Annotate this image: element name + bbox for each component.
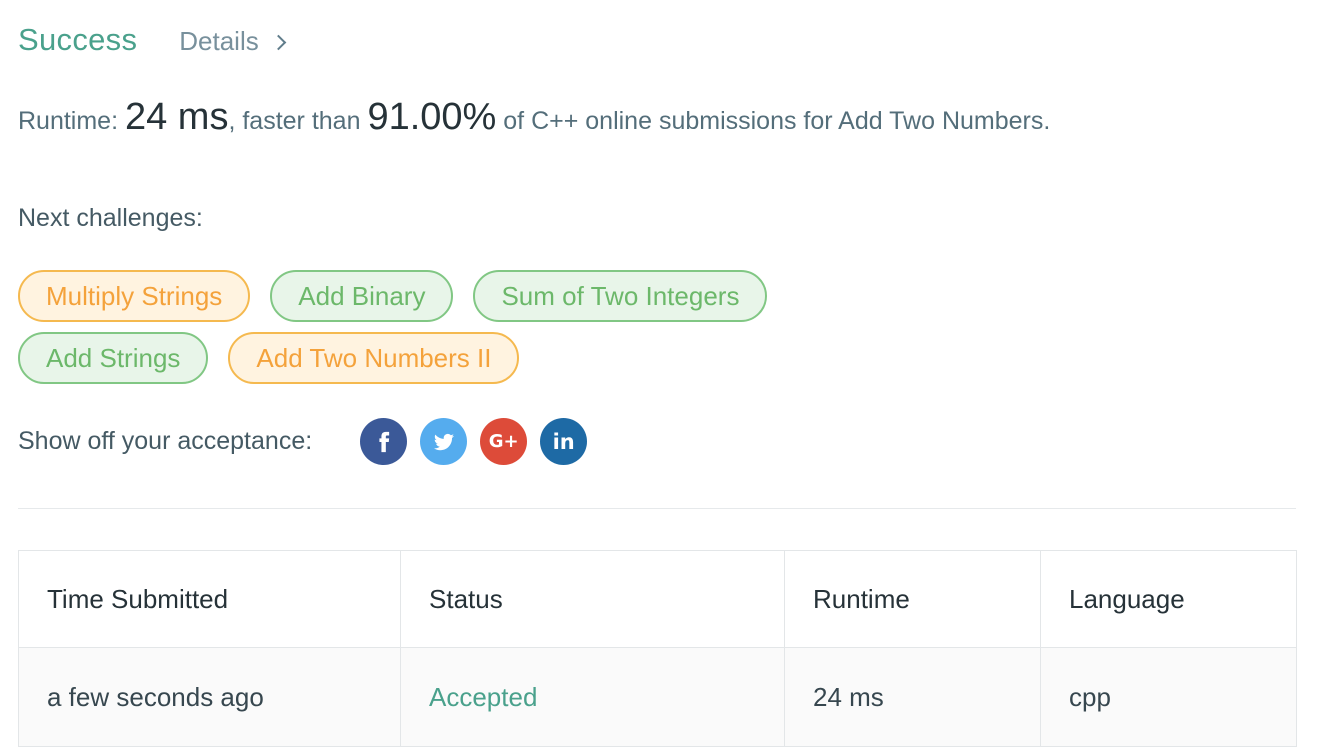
submissions-table: Time Submitted Status Runtime Language a… [18, 550, 1297, 747]
details-label: Details [179, 26, 259, 56]
column-header-language: Language [1040, 550, 1297, 648]
facebook-icon [379, 431, 389, 452]
google-plus-share-button[interactable]: G+ [480, 418, 528, 465]
chip-row: Add Strings Add Two Numbers II [18, 332, 918, 384]
challenge-chip-sum-of-two-integers[interactable]: Sum of Two Integers [473, 270, 768, 322]
challenge-chip-multiply-strings[interactable]: Multiply Strings [18, 270, 251, 322]
linkedin-icon: in [552, 429, 575, 454]
share-section: Show off your acceptance: G+ in [18, 418, 600, 465]
runtime-prefix: Runtime: [18, 107, 125, 135]
column-header-status: Status [400, 550, 785, 648]
challenge-chip-add-strings[interactable]: Add Strings [18, 332, 209, 384]
column-header-runtime: Runtime [784, 550, 1041, 648]
facebook-share-button[interactable] [360, 418, 408, 465]
cell-time-submitted: a few seconds ago [18, 647, 401, 747]
section-divider [18, 508, 1296, 509]
twitter-share-button[interactable] [420, 418, 468, 465]
linkedin-share-button[interactable]: in [540, 418, 588, 465]
cell-language: cpp [1040, 647, 1297, 747]
result-header: Success Details [18, 22, 287, 58]
challenge-chip-add-two-numbers-ii[interactable]: Add Two Numbers II [228, 332, 520, 384]
runtime-middle: , faster than [228, 107, 368, 135]
twitter-icon [433, 433, 454, 450]
table-header-row: Time Submitted Status Runtime Language [18, 550, 1297, 648]
cell-runtime: 24 ms [784, 647, 1041, 747]
chevron-right-icon [270, 34, 287, 51]
chip-row: Multiply Strings Add Binary Sum of Two I… [18, 270, 918, 322]
runtime-suffix: of C++ online submissions for Add Two Nu… [496, 107, 1051, 135]
challenge-chip-add-binary[interactable]: Add Binary [270, 270, 454, 322]
google-plus-icon: G+ [488, 431, 519, 452]
next-challenges-list: Multiply Strings Add Binary Sum of Two I… [18, 270, 918, 394]
share-label: Show off your acceptance: [18, 427, 313, 455]
table-row: a few seconds ago Accepted 24 ms cpp [18, 647, 1297, 747]
faster-than-percent: 91.00% [367, 96, 497, 138]
column-header-time-submitted: Time Submitted [18, 550, 401, 648]
next-challenges-label: Next challenges: [18, 204, 203, 232]
result-status-title: Success [18, 22, 138, 57]
details-link[interactable]: Details [179, 26, 287, 57]
cell-status-link[interactable]: Accepted [400, 647, 785, 747]
runtime-summary: Runtime: 24 ms, faster than 91.00% of C+… [18, 96, 1050, 139]
runtime-value: 24 ms [124, 96, 229, 138]
